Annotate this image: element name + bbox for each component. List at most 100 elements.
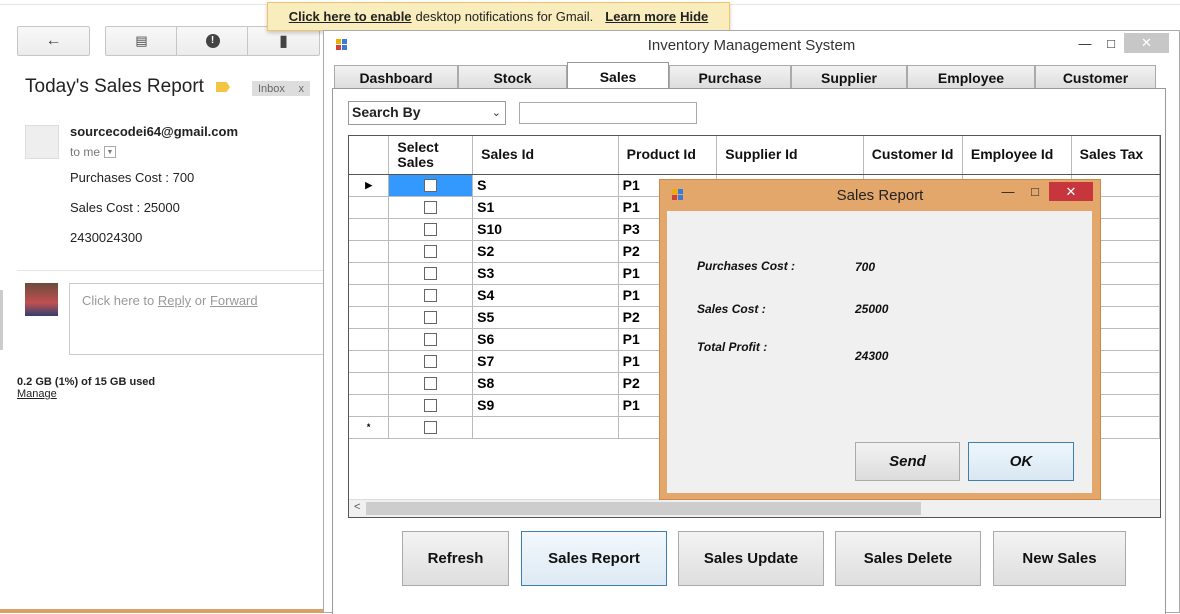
row-header[interactable]: * (349, 416, 390, 439)
search-input[interactable] (519, 102, 697, 124)
recipients[interactable]: to me ▼ (70, 145, 117, 159)
column-header-employee-id[interactable]: Employee Id (962, 136, 1072, 175)
sales-id-cell[interactable]: S5 (472, 306, 619, 329)
row-header[interactable] (349, 372, 390, 395)
hide-link[interactable]: Hide (680, 9, 708, 24)
sales-id-cell[interactable]: S8 (472, 372, 619, 395)
row-header[interactable] (349, 196, 390, 219)
select-checkbox[interactable] (424, 398, 438, 412)
row-header[interactable] (349, 328, 390, 351)
dialog-maximize-button[interactable]: □ (1022, 182, 1048, 201)
select-checkbox[interactable] (424, 244, 438, 258)
row-header[interactable] (349, 240, 390, 263)
taskbar-edge (0, 609, 323, 613)
dialog-close-button[interactable]: ✕ (1049, 182, 1093, 201)
report-spam-button[interactable]: ! (176, 26, 249, 56)
sales-id-cell[interactable]: S10 (472, 218, 619, 241)
select-sales-cell[interactable] (388, 240, 474, 263)
sales-report-dialog: Sales Report — □ ✕ Purchases Cost : 700 … (659, 179, 1101, 500)
row-header-corner (349, 136, 390, 175)
select-sales-cell[interactable] (388, 262, 474, 285)
close-button[interactable]: ✕ (1124, 33, 1169, 53)
column-header-customer-id[interactable]: Customer Id (863, 136, 963, 175)
sales-report-button[interactable]: Sales Report (521, 531, 667, 586)
back-button[interactable]: ← (17, 26, 90, 56)
sales-id-cell[interactable]: S4 (472, 284, 619, 307)
row-header[interactable] (349, 350, 390, 373)
row-header[interactable] (349, 306, 390, 329)
tab-stock[interactable]: Stock (458, 65, 567, 89)
inbox-chip-remove[interactable]: x (299, 83, 305, 95)
select-sales-cell[interactable] (388, 196, 474, 219)
scroll-left-icon[interactable]: < (354, 501, 360, 513)
tab-dashboard[interactable]: Dashboard (334, 65, 458, 89)
email-body-line: Sales Cost : 25000 (70, 200, 180, 215)
select-checkbox[interactable] (424, 332, 438, 346)
sales-id-cell[interactable]: S7 (472, 350, 619, 373)
tab-supplier[interactable]: Supplier (791, 65, 907, 89)
column-header-product-id[interactable]: Product Id (618, 136, 718, 175)
scrollbar-thumb[interactable] (366, 502, 921, 515)
sales-id-cell[interactable]: S1 (472, 196, 619, 219)
new-sales-button[interactable]: New Sales (993, 531, 1126, 586)
select-checkbox[interactable] (424, 310, 438, 324)
sales-id-cell[interactable]: S6 (472, 328, 619, 351)
select-sales-cell[interactable] (388, 174, 474, 197)
select-sales-cell[interactable] (388, 350, 474, 373)
select-sales-cell[interactable] (388, 416, 474, 439)
select-checkbox[interactable] (424, 222, 438, 236)
select-checkbox[interactable] (424, 288, 438, 302)
row-header[interactable] (349, 394, 390, 417)
learn-more-link[interactable]: Learn more (605, 9, 676, 24)
enable-notifications-link[interactable]: Click here to enable (289, 9, 412, 24)
label-icon[interactable] (216, 82, 230, 92)
sales-id-cell[interactable]: S3 (472, 262, 619, 285)
sales-update-button[interactable]: Sales Update (678, 531, 824, 586)
select-sales-cell[interactable] (388, 328, 474, 351)
select-checkbox[interactable] (424, 420, 438, 434)
maximize-button[interactable]: □ (1096, 33, 1126, 53)
tab-employee[interactable]: Employee (907, 65, 1035, 89)
sales-delete-button[interactable]: Sales Delete (835, 531, 981, 586)
forward-link[interactable]: Forward (210, 293, 258, 308)
select-sales-cell[interactable] (388, 372, 474, 395)
sales-id-cell[interactable]: S2 (472, 240, 619, 263)
send-button[interactable]: Send (855, 442, 960, 481)
tab-sales[interactable]: Sales (567, 62, 669, 90)
select-sales-cell[interactable] (388, 394, 474, 417)
row-header[interactable] (349, 284, 390, 307)
column-header-select-sales[interactable]: Select Sales (388, 136, 474, 175)
notification-text: desktop notifications for Gmail. (415, 9, 594, 24)
manage-storage-link[interactable]: Manage (17, 388, 57, 400)
horizontal-scrollbar[interactable]: < (349, 499, 1160, 517)
refresh-button[interactable]: Refresh (402, 531, 509, 586)
select-sales-cell[interactable] (388, 306, 474, 329)
select-checkbox[interactable] (424, 266, 438, 280)
select-sales-cell[interactable] (388, 284, 474, 307)
reply-box[interactable]: Click here to Reply or Forward (69, 283, 329, 355)
archive-button[interactable]: ▤ (105, 26, 178, 56)
sales-id-cell[interactable]: S9 (472, 394, 619, 417)
tab-purchase[interactable]: Purchase (669, 65, 791, 89)
current-row-marker: ▶ (365, 179, 373, 190)
column-header-sales-tax[interactable]: Sales Tax (1071, 136, 1160, 175)
row-header[interactable]: ▶ (349, 174, 390, 197)
select-checkbox[interactable] (424, 354, 438, 368)
ok-button[interactable]: OK (968, 442, 1074, 481)
chevron-down-icon[interactable]: ▼ (104, 146, 117, 158)
reply-link[interactable]: Reply (158, 293, 191, 308)
row-header[interactable] (349, 262, 390, 285)
column-header-supplier-id[interactable]: Supplier Id (716, 136, 864, 175)
tab-customer[interactable]: Customer (1035, 65, 1156, 89)
search-by-select[interactable]: Search By ⌄ (348, 101, 506, 125)
email-subject: Today's Sales Report (25, 76, 204, 97)
dialog-minimize-button[interactable]: — (994, 182, 1022, 201)
sales-id-cell[interactable]: S (472, 174, 619, 197)
sales-id-cell[interactable] (472, 416, 619, 439)
select-checkbox[interactable] (424, 178, 438, 192)
select-checkbox[interactable] (424, 376, 438, 390)
select-sales-cell[interactable] (388, 218, 474, 241)
select-checkbox[interactable] (424, 200, 438, 214)
column-header-sales-id[interactable]: Sales Id (472, 136, 619, 175)
row-header[interactable] (349, 218, 390, 241)
